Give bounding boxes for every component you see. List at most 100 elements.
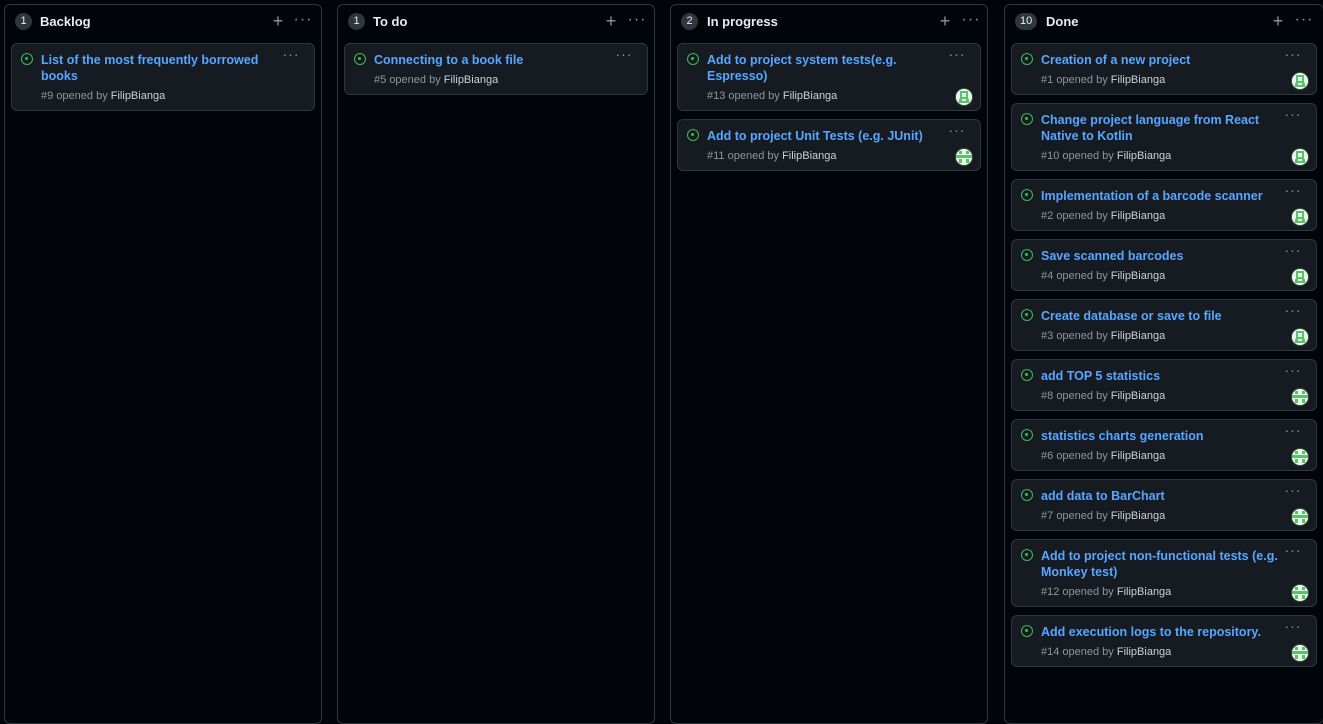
issue-title-link[interactable]: Save scanned barcodes: [1041, 248, 1183, 264]
column-title: To do: [373, 14, 408, 29]
card-menu-kebab-icon[interactable]: ···: [1282, 619, 1304, 636]
issue-title-link[interactable]: Creation of a new project: [1041, 52, 1190, 68]
column-count-badge: 2: [681, 13, 698, 30]
author-link[interactable]: FilipBianga: [1117, 150, 1171, 162]
card-menu-kebab-icon[interactable]: ···: [1282, 107, 1304, 124]
issue-title-line: add data to BarChart: [1041, 489, 1165, 503]
issue-card[interactable]: Connecting to a book file #5 opened by Fi…: [344, 43, 648, 95]
assignee-avatar[interactable]: [955, 148, 973, 166]
issue-card[interactable]: Change project language from React Native…: [1011, 103, 1317, 171]
column-menu-kebab-icon[interactable]: ···: [960, 10, 982, 32]
issue-card[interactable]: Add execution logs to the repository. #14…: [1011, 615, 1317, 667]
author-link[interactable]: FilipBianga: [1111, 330, 1165, 342]
author-link[interactable]: FilipBianga: [444, 74, 498, 86]
issue-title-link[interactable]: Implementation of a barcode scanner: [1041, 188, 1263, 204]
issue-title-link[interactable]: Change project language from React Native…: [1041, 112, 1259, 144]
issue-title-link[interactable]: Add execution logs to the repository.: [1041, 624, 1261, 640]
issue-card[interactable]: add TOP 5 statistics #8 opened by FilipBi…: [1011, 359, 1317, 411]
assignee-avatar[interactable]: [1291, 148, 1309, 166]
author-link[interactable]: FilipBianga: [1111, 510, 1165, 522]
author-link[interactable]: FilipBianga: [1117, 586, 1171, 598]
issue-title-link[interactable]: Create database or save to file: [1041, 308, 1222, 324]
issue-title-link[interactable]: statistics charts generation: [1041, 428, 1204, 444]
column-0: 1 Backlog + ··· List of the most frequently …: [4, 4, 322, 724]
opened-by-label: opened by: [1062, 586, 1114, 598]
issue-number: #13: [707, 90, 726, 102]
author-link[interactable]: FilipBianga: [1117, 646, 1171, 658]
issue-opened-icon: [1021, 429, 1033, 441]
add-card-plus-icon[interactable]: +: [602, 10, 620, 32]
card-menu-kebab-icon[interactable]: ···: [613, 47, 635, 64]
issue-title-line: Native to Kotlin: [1041, 129, 1133, 143]
card-menu-kebab-icon[interactable]: ···: [1282, 483, 1304, 500]
issue-title-link[interactable]: Add to project non-functional tests (e.g…: [1041, 548, 1278, 580]
assignee-avatar[interactable]: [1291, 72, 1309, 90]
author-link[interactable]: FilipBianga: [783, 90, 837, 102]
add-card-plus-icon[interactable]: +: [1269, 10, 1287, 32]
issue-title-link[interactable]: List of the most frequently borrowed book…: [41, 52, 258, 84]
issue-meta: #9 opened by FilipBianga: [41, 90, 165, 102]
card-menu-kebab-icon[interactable]: ···: [946, 123, 968, 140]
issue-card[interactable]: List of the most frequently borrowed book…: [11, 43, 315, 111]
issue-title-link[interactable]: Connecting to a book file: [374, 52, 523, 68]
card-menu-kebab-icon[interactable]: ···: [1282, 303, 1304, 320]
author-link[interactable]: FilipBianga: [111, 90, 165, 102]
issue-title-link[interactable]: Add to project system tests(e.g. Espresso…: [707, 52, 897, 84]
issue-title-link[interactable]: Add to project Unit Tests (e.g. JUnit): [707, 128, 923, 144]
card-menu-kebab-icon[interactable]: ···: [1282, 243, 1304, 260]
assignee-avatar[interactable]: [1291, 448, 1309, 466]
assignee-avatar[interactable]: [1291, 644, 1309, 662]
assignee-avatar[interactable]: [1291, 584, 1309, 602]
author-link[interactable]: FilipBianga: [782, 150, 836, 162]
issue-card[interactable]: Save scanned barcodes #4 opened by FilipB…: [1011, 239, 1317, 291]
issue-meta: #5 opened by FilipBianga: [374, 74, 498, 86]
assignee-avatar[interactable]: [1291, 508, 1309, 526]
issue-meta: #3 opened by FilipBianga: [1041, 330, 1165, 342]
assignee-avatar[interactable]: [955, 88, 973, 106]
card-menu-kebab-icon[interactable]: ···: [280, 47, 302, 64]
card-menu-kebab-icon[interactable]: ···: [1282, 47, 1304, 64]
column-header: 1 Backlog + ···: [5, 5, 321, 39]
opened-by-label: opened by: [1056, 510, 1108, 522]
assignee-avatar[interactable]: [1291, 208, 1309, 226]
card-menu-kebab-icon[interactable]: ···: [1282, 423, 1304, 440]
issue-opened-icon: [1021, 625, 1033, 637]
card-menu-kebab-icon[interactable]: ···: [1282, 183, 1304, 200]
issue-title-link[interactable]: add TOP 5 statistics: [1041, 368, 1160, 384]
assignee-avatar[interactable]: [1291, 268, 1309, 286]
add-card-plus-icon[interactable]: +: [269, 10, 287, 32]
issue-number: #14: [1041, 646, 1060, 658]
issue-card[interactable]: statistics charts generation #6 opened by…: [1011, 419, 1317, 471]
add-card-plus-icon[interactable]: +: [936, 10, 954, 32]
issue-title-line: Monkey test): [1041, 565, 1118, 579]
issue-card[interactable]: Add to project Unit Tests (e.g. JUnit) #1…: [677, 119, 981, 171]
issue-meta: #1 opened by FilipBianga: [1041, 74, 1165, 86]
issue-card[interactable]: Add to project system tests(e.g. Espresso…: [677, 43, 981, 111]
column-menu-kebab-icon[interactable]: ···: [1293, 10, 1315, 32]
issue-card[interactable]: Add to project non-functional tests (e.g…: [1011, 539, 1317, 607]
card-menu-kebab-icon[interactable]: ···: [1282, 543, 1304, 560]
issue-title-line: Add execution logs to the repository.: [1041, 625, 1261, 639]
author-link[interactable]: FilipBianga: [1111, 210, 1165, 222]
issue-card[interactable]: add data to BarChart #7 opened by FilipBi…: [1011, 479, 1317, 531]
author-link[interactable]: FilipBianga: [1111, 390, 1165, 402]
opened-by-label: opened by: [56, 90, 108, 102]
card-menu-kebab-icon[interactable]: ···: [946, 47, 968, 64]
column-1: 1 To do + ··· Connecting to a book file #5 op…: [337, 4, 655, 724]
author-link[interactable]: FilipBianga: [1111, 270, 1165, 282]
assignee-avatar[interactable]: [1291, 328, 1309, 346]
column-menu-kebab-icon[interactable]: ···: [292, 10, 314, 32]
card-menu-kebab-icon[interactable]: ···: [1282, 363, 1304, 380]
issue-card[interactable]: Creation of a new project #1 opened by Fi…: [1011, 43, 1317, 95]
column-count-badge: 1: [348, 13, 365, 30]
issue-number: #4: [1041, 270, 1054, 282]
issue-title-link[interactable]: add data to BarChart: [1041, 488, 1165, 504]
column-menu-kebab-icon[interactable]: ···: [626, 10, 648, 32]
author-link[interactable]: FilipBianga: [1111, 450, 1165, 462]
assignee-avatar[interactable]: [1291, 388, 1309, 406]
issue-title-line: books: [41, 69, 78, 83]
issue-card[interactable]: Implementation of a barcode scanner #2 op…: [1011, 179, 1317, 231]
issue-card[interactable]: Create database or save to file #3 opened…: [1011, 299, 1317, 351]
issue-opened-icon: [354, 53, 366, 65]
author-link[interactable]: FilipBianga: [1111, 74, 1165, 86]
